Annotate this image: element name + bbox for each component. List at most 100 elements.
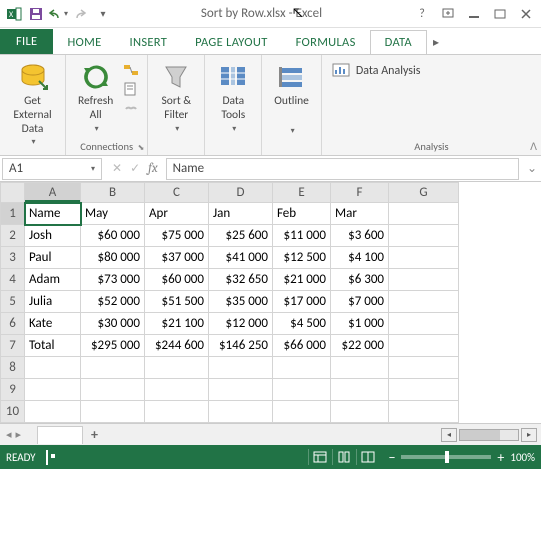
minimize-icon[interactable] (463, 4, 485, 24)
cell[interactable]: $4 100 (331, 247, 389, 269)
cell[interactable] (273, 357, 331, 379)
cell[interactable]: Adam (25, 269, 81, 291)
cell[interactable]: $22 000 (331, 335, 389, 357)
outline-button[interactable]: Outline▾ (270, 59, 313, 138)
cell[interactable] (209, 379, 273, 401)
col-header-f[interactable]: F (331, 183, 389, 203)
cell[interactable]: May (81, 203, 145, 225)
cell[interactable] (389, 401, 459, 423)
cell[interactable] (209, 357, 273, 379)
cell[interactable] (25, 379, 81, 401)
cell[interactable]: $244 600 (145, 335, 209, 357)
cell[interactable] (389, 247, 459, 269)
cell[interactable] (81, 401, 145, 423)
cell[interactable] (389, 379, 459, 401)
data-analysis-button[interactable]: Data Analysis (330, 59, 423, 83)
scroll-track[interactable] (459, 429, 519, 441)
connections-dialog-icon[interactable]: ⬊ (138, 143, 145, 153)
col-header-c[interactable]: C (145, 183, 209, 203)
row-header[interactable]: 8 (1, 357, 25, 379)
cell[interactable]: $41 000 (209, 247, 273, 269)
sheet-prev-icon[interactable]: ◂ (6, 428, 12, 441)
zoom-level[interactable]: 100% (510, 451, 535, 464)
tab-data[interactable]: DATA (370, 30, 427, 54)
cell[interactable]: $60 000 (145, 269, 209, 291)
cell[interactable]: $80 000 (81, 247, 145, 269)
select-all-corner[interactable] (1, 183, 25, 203)
cell[interactable] (25, 357, 81, 379)
cell[interactable]: $146 250 (209, 335, 273, 357)
col-header-b[interactable]: B (81, 183, 145, 203)
enter-formula-icon[interactable]: ✓ (130, 161, 140, 176)
cell[interactable]: $295 000 (81, 335, 145, 357)
cell[interactable] (273, 379, 331, 401)
cell[interactable]: Paul (25, 247, 81, 269)
cell[interactable] (81, 357, 145, 379)
cell[interactable]: $17 000 (273, 291, 331, 313)
cell[interactable]: $75 000 (145, 225, 209, 247)
redo-icon[interactable] (70, 4, 90, 24)
scroll-right-icon[interactable]: ▸ (521, 428, 537, 442)
cell[interactable]: Julia (25, 291, 81, 313)
name-box[interactable]: A1 ▾ (2, 158, 102, 180)
row-header[interactable]: 4 (1, 269, 25, 291)
tab-home[interactable]: HOME (53, 31, 115, 54)
zoom-out-icon[interactable]: − (388, 449, 395, 466)
view-normal-icon[interactable] (308, 449, 330, 465)
row-header[interactable]: 3 (1, 247, 25, 269)
fx-icon[interactable]: fx (148, 161, 158, 176)
cell[interactable]: $21 000 (273, 269, 331, 291)
cell[interactable]: $1 000 (331, 313, 389, 335)
row-header[interactable]: 5 (1, 291, 25, 313)
row-header[interactable]: 9 (1, 379, 25, 401)
cell[interactable] (389, 225, 459, 247)
horizontal-scrollbar[interactable]: ◂ ▸ (441, 428, 541, 442)
macro-record-icon[interactable] (46, 451, 48, 464)
worksheet-grid[interactable]: A B C D E F G 1 Name May Apr Jan Feb Mar… (0, 182, 541, 423)
view-page-layout-icon[interactable] (332, 449, 354, 465)
row-header[interactable]: 7 (1, 335, 25, 357)
name-box-dropdown-icon[interactable]: ▾ (91, 164, 95, 174)
cell[interactable]: $51 500 (145, 291, 209, 313)
cell[interactable] (25, 401, 81, 423)
properties-icon[interactable] (123, 82, 139, 98)
cell[interactable]: Josh (25, 225, 81, 247)
cell[interactable] (389, 335, 459, 357)
cell[interactable] (389, 313, 459, 335)
cell[interactable] (145, 401, 209, 423)
cell[interactable]: Apr (145, 203, 209, 225)
collapse-ribbon-icon[interactable]: ᐱ (530, 140, 537, 153)
tab-insert[interactable]: INSERT (116, 31, 182, 54)
cell[interactable]: $52 000 (81, 291, 145, 313)
cell[interactable]: Kate (25, 313, 81, 335)
sort-filter-button[interactable]: Sort & Filter▾ (156, 59, 196, 136)
qat-customize-icon[interactable]: ▾ (92, 4, 112, 24)
cell[interactable]: $73 000 (81, 269, 145, 291)
col-header-d[interactable]: D (209, 183, 273, 203)
cell[interactable]: $60 000 (81, 225, 145, 247)
get-external-data-button[interactable]: Get External Data▾ (8, 59, 57, 150)
cell[interactable]: Mar (331, 203, 389, 225)
cell[interactable]: $12 500 (273, 247, 331, 269)
expand-formula-icon[interactable]: ⌄ (523, 161, 541, 176)
sheet-tab-active[interactable] (37, 426, 83, 444)
save-icon[interactable] (26, 4, 46, 24)
sheet-next-icon[interactable]: ▸ (16, 428, 22, 441)
data-tools-button[interactable]: Data Tools▾ (213, 59, 253, 136)
refresh-all-button[interactable]: Refresh All▾ (74, 59, 117, 136)
cell[interactable] (389, 269, 459, 291)
tab-scroll-right-icon[interactable]: ▸ (427, 31, 445, 54)
tab-page-layout[interactable]: PAGE LAYOUT (181, 31, 281, 54)
cell[interactable]: $32 650 (209, 269, 273, 291)
cell[interactable]: $12 000 (209, 313, 273, 335)
maximize-icon[interactable] (489, 4, 511, 24)
cell[interactable] (209, 401, 273, 423)
cell[interactable]: $4 500 (273, 313, 331, 335)
cell[interactable] (145, 379, 209, 401)
cell[interactable] (331, 401, 389, 423)
cell[interactable]: $37 000 (145, 247, 209, 269)
row-header[interactable]: 10 (1, 401, 25, 423)
zoom-in-icon[interactable]: + (497, 449, 504, 466)
cell[interactable]: $30 000 (81, 313, 145, 335)
cell[interactable] (331, 357, 389, 379)
